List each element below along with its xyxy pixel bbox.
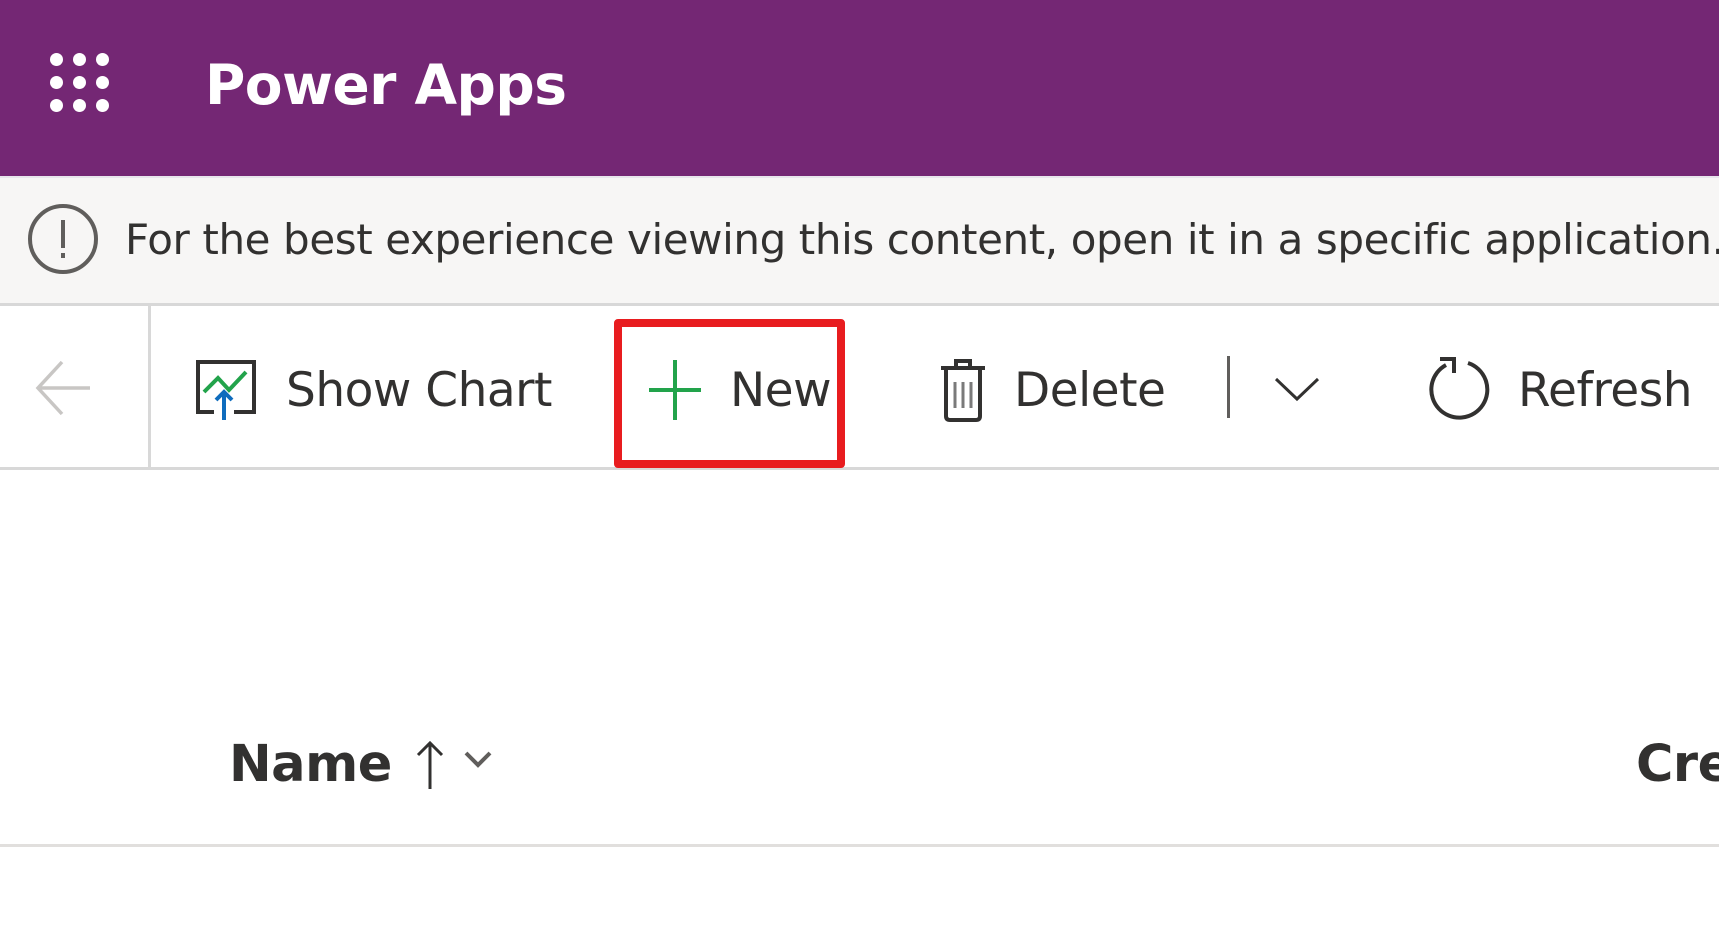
- show-chart-icon: [196, 360, 256, 420]
- chevron-down-icon: [1274, 377, 1320, 402]
- app-title: Power Apps: [205, 53, 567, 117]
- refresh-label: Refresh: [1518, 362, 1693, 418]
- delete-more-options-button[interactable]: [1262, 360, 1332, 420]
- delete-label: Delete: [1014, 362, 1166, 418]
- info-exclamation-icon: [28, 204, 98, 274]
- back-button[interactable]: [0, 306, 148, 467]
- refresh-button[interactable]: Refresh: [1426, 355, 1693, 425]
- show-chart-label: Show Chart: [286, 362, 552, 418]
- toolbar-divider: [148, 306, 151, 467]
- column-header-created[interactable]: Cre: [1636, 735, 1719, 794]
- column-header-divider: [0, 844, 1719, 847]
- chevron-down-icon[interactable]: [458, 739, 498, 779]
- new-label: New: [730, 362, 832, 418]
- show-chart-button[interactable]: Show Chart: [194, 355, 552, 425]
- column-name-label: Name: [229, 735, 392, 794]
- refresh-icon: [1429, 357, 1490, 420]
- app-launcher-icon[interactable]: [44, 47, 116, 119]
- arrow-up-icon: [416, 740, 443, 789]
- trash-icon: [941, 359, 985, 422]
- new-button[interactable]: New: [648, 355, 832, 425]
- column-header-name[interactable]: Name: [229, 735, 498, 794]
- split-button-divider: [1227, 356, 1230, 418]
- plus-icon: [649, 360, 701, 420]
- back-arrow-icon: [35, 360, 90, 416]
- info-message: For the best experience viewing this con…: [125, 215, 1719, 264]
- delete-button[interactable]: Delete: [940, 355, 1166, 425]
